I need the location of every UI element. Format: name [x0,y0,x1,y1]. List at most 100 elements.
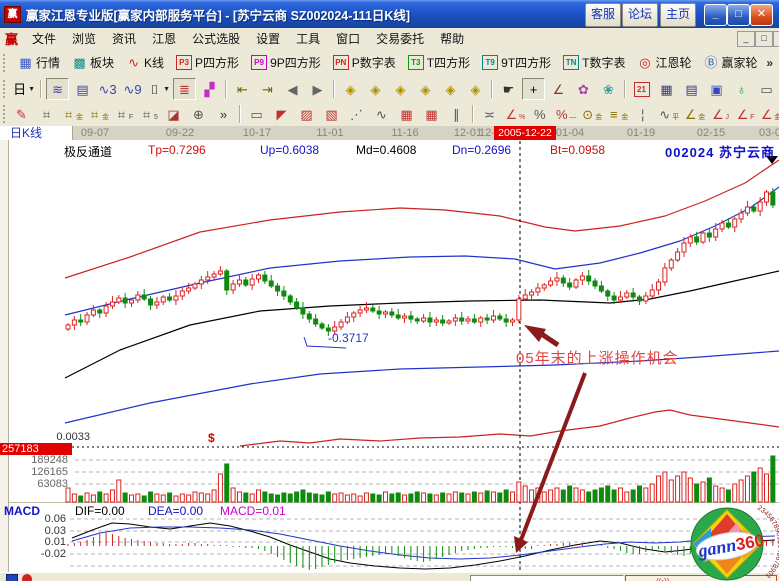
wave9-button[interactable]: ∿9 [121,78,144,100]
calculator-button[interactable]: ▦ [655,78,678,100]
homepage-button[interactable]: 主页 [660,3,696,27]
ratio-tool-button[interactable]: ≍ [478,103,501,125]
save-button[interactable]: ▣ [705,78,728,100]
quotes-button[interactable]: ▦行情 [13,51,65,74]
info-panel-button[interactable]: ▤ [71,78,94,100]
gann-text-button[interactable]: ≣ [173,78,196,100]
toolbar-overflow-button[interactable]: » [766,56,773,70]
calendar-button[interactable]: 21 [630,78,653,100]
eraser-button[interactable]: ◪ [162,103,185,125]
t-square-button[interactable]: T3T四方形 [403,51,475,74]
trend-arrows-button[interactable]: ⋰ [345,103,368,125]
toolbar-grip[interactable] [3,105,5,123]
red-grid-button[interactable]: ▦ [395,103,418,125]
menu-资讯[interactable]: 资讯 [104,28,144,49]
j-angle-button[interactable]: ∠J [708,103,731,125]
gann-fan-button[interactable]: ◤ [270,103,293,125]
tab-daily-kline[interactable]: 日K线 [0,126,73,140]
menu-江恩[interactable]: 江恩 [144,28,184,49]
status-input[interactable] [470,575,624,581]
brush-tool-button[interactable]: ✎ [10,103,33,125]
red-grid-icon: ▦ [399,107,414,122]
golden-line-button[interactable]: ≡金 [605,103,629,125]
golden-angle-button[interactable]: ∠金 [682,103,706,125]
angle-percent-button[interactable]: ∠% [503,103,526,125]
menu-工具[interactable]: 工具 [288,28,328,49]
shift-right-button[interactable]: ◈ [364,78,387,100]
zigzag-button[interactable]: ∿ [370,103,393,125]
menu-文件[interactable]: 文件 [24,28,64,49]
circle-tool-button[interactable]: ⊕ [187,103,210,125]
box-tool-button[interactable]: ▭ [245,103,268,125]
close-button[interactable]: ✕ [750,4,773,26]
indicator-param: Bt=0.0958 [550,143,605,157]
wave3-button[interactable]: ∿3 [96,78,119,100]
overlay-style-button[interactable]: ≋ [46,78,69,100]
five-grid-button[interactable]: ⌗5 [137,103,160,125]
notes-button[interactable]: ▤ [680,78,703,100]
f-angle-button[interactable]: ∠F [733,103,756,125]
period-select-button[interactable]: 日▼ [11,78,36,100]
menu-窗口[interactable]: 窗口 [328,28,368,49]
j-angle-icon: ∠ [710,107,725,122]
shaded-box-button[interactable]: ▨ [295,103,318,125]
first-page-icon: ⇤ [235,82,250,97]
wave-level-button[interactable]: ∿平 [656,103,680,125]
pattern-tool-button[interactable]: ❀ [597,78,620,100]
forum-button[interactable]: 论坛 [622,3,658,27]
menu-帮助[interactable]: 帮助 [432,28,472,49]
child-minimize-button[interactable]: _ [737,31,755,47]
menu-设置[interactable]: 设置 [248,28,288,49]
menu-交易委托[interactable]: 交易委托 [368,28,432,49]
more-draw-tools-button[interactable]: » [212,103,235,125]
t9-square-button[interactable]: T99T四方形 [477,51,556,74]
gann-wheel-button[interactable]: ◎江恩轮 [632,51,696,74]
angle-measure-button[interactable]: ∠ [547,78,570,100]
golden-grid2-button[interactable]: ⌗金 [86,103,110,125]
compress-button[interactable]: ◈ [464,78,487,100]
date-tick: 12-01 [454,127,482,139]
customer-service-button[interactable]: 客服 [585,3,621,27]
next-button[interactable]: ▶ [306,78,329,100]
maximize-button[interactable]: □ [727,4,750,26]
kline-button[interactable]: ∿K线 [121,51,169,74]
print-button[interactable]: ▭ [755,78,778,100]
first-page-button[interactable]: ⇤ [231,78,254,100]
candle-mark-button[interactable]: ¦ [631,103,654,125]
red-grid2-button[interactable]: ▦ [420,103,443,125]
p9-square-button[interactable]: P99P四方形 [246,51,326,74]
menu-浏览[interactable]: 浏览 [64,28,104,49]
zoom-in-button[interactable]: ◈ [389,78,412,100]
toolbar-grip[interactable] [3,54,8,72]
p-square-button[interactable]: P3P四方形 [171,51,244,74]
crossed-box-button[interactable]: ▧ [320,103,343,125]
gann-flower-button[interactable]: ✿ [572,78,595,100]
grid-tool-button[interactable]: ⌗ [35,103,58,125]
winner-wheel-button[interactable]: Ⓑ赢家轮 [698,51,762,74]
network-button[interactable]: ♁ [730,78,753,100]
trend-color-button[interactable]: ▞ [198,78,221,100]
child-close-button[interactable]: × [773,31,779,47]
hand-tool-button[interactable]: ☛ [497,78,520,100]
t-table-button[interactable]: TNT数字表 [558,51,630,74]
golden-circle-button[interactable]: ⊙金 [579,103,603,125]
gold-angle2-button[interactable]: ∠金 [758,103,779,125]
parallel-lines-button[interactable]: ∥ [445,103,468,125]
f-grid-button[interactable]: ⌗F [112,103,135,125]
zoom-out-button[interactable]: ◈ [414,78,437,100]
toolbar-grip[interactable] [3,80,6,98]
expand-button[interactable]: ◈ [439,78,462,100]
golden-grid-button[interactable]: ⌗金 [60,103,84,125]
sectors-button[interactable]: ▩板块 [67,51,119,74]
last-page-button[interactable]: ⇥ [256,78,279,100]
shift-left-button[interactable]: ◈ [339,78,362,100]
candle-style-button[interactable]: ⌷▼ [146,78,171,100]
line-percent-button[interactable]: %— [553,103,577,125]
crosshair-tool-button[interactable]: + [522,78,545,100]
child-restore-button[interactable]: □ [755,31,773,47]
prev-button[interactable]: ◀ [281,78,304,100]
menu-公式选股[interactable]: 公式选股 [184,28,248,49]
p-table-button[interactable]: PNP数字表 [328,51,401,74]
minimize-button[interactable]: _ [704,4,727,26]
percent-button[interactable]: % [528,103,551,125]
